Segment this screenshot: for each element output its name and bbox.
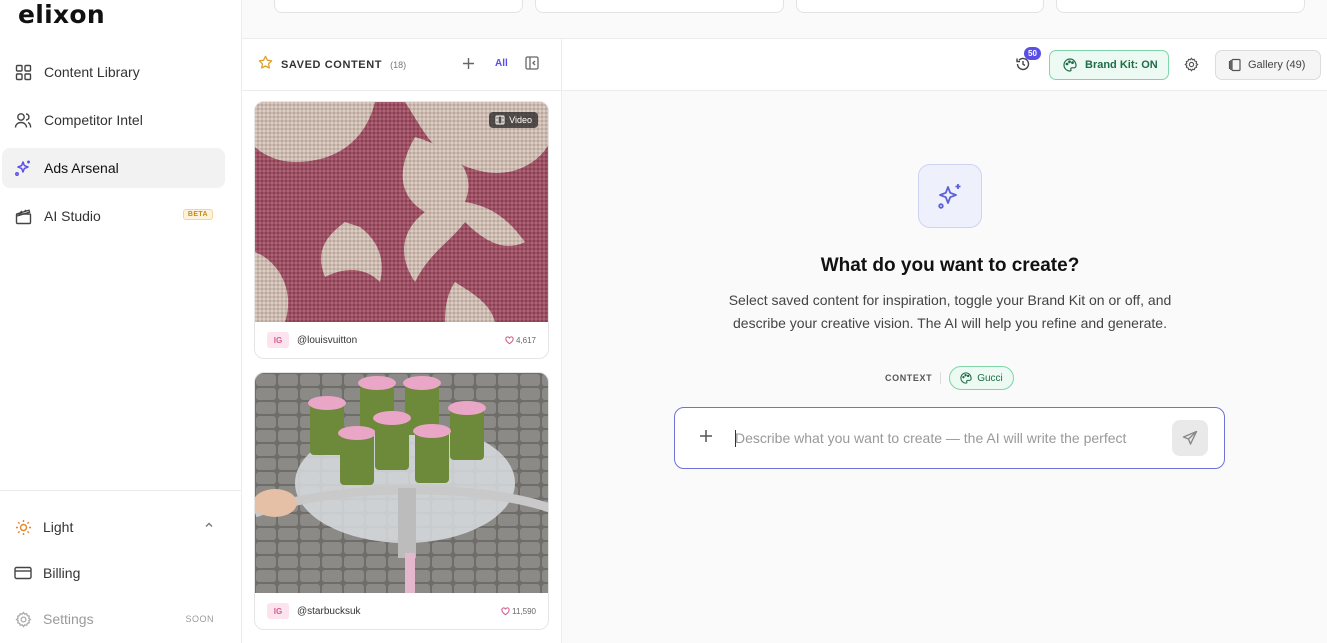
sidebar-item-ads-arsenal[interactable]: Ads Arsenal (2, 148, 225, 188)
sidebar-item-label: Ads Arsenal (44, 160, 119, 176)
grid-icon (14, 63, 32, 81)
likes-value: 4,617 (515, 335, 536, 345)
send-icon (1182, 430, 1198, 445)
context-label: CONTEXT (885, 373, 933, 383)
add-attachment-button[interactable] (699, 426, 713, 449)
saved-content-panel: SAVED CONTENT (18) All Video IG @louisvu… (242, 38, 562, 643)
chevron-up-icon (204, 520, 214, 532)
text-caret (735, 430, 736, 447)
send-button[interactable] (1172, 420, 1208, 456)
sidebar-item-label: AI Studio (44, 208, 101, 224)
content-thumbnail: Video (255, 102, 548, 322)
top-card[interactable] (1056, 0, 1305, 13)
soon-badge: SOON (185, 614, 214, 624)
top-card-strip (242, 0, 1327, 38)
filter-all-button[interactable]: All (495, 58, 508, 69)
video-tag: Video (489, 112, 538, 128)
sparkles-hero-icon (918, 164, 982, 228)
main-area: 50 Brand Kit: ON Gallery (49) What do yo… (562, 38, 1327, 643)
saved-content-card[interactable]: IG @starbucksuk 11,590 (254, 372, 549, 630)
prompt-input[interactable] (735, 430, 1155, 446)
sidebar: elixon Content Library Competitor Intel … (0, 0, 242, 643)
sidebar-item-label: Content Library (44, 64, 140, 80)
top-card[interactable] (274, 0, 523, 13)
gallery-button[interactable]: Gallery (49) (1215, 50, 1321, 80)
context-divider (940, 372, 942, 384)
add-saved-button[interactable] (462, 54, 475, 75)
sidebar-nav: Content Library Competitor Intel Ads Ars… (2, 52, 225, 244)
brand-kit-toggle[interactable]: Brand Kit: ON (1049, 50, 1169, 80)
sidebar-item-ai-studio[interactable]: AI Studio BETA (2, 196, 225, 236)
sidebar-item-competitor-intel[interactable]: Competitor Intel (2, 100, 225, 140)
heart-icon (505, 335, 514, 344)
context-chip-brand[interactable]: Gucci (949, 366, 1014, 390)
app-logo[interactable]: elixon (18, 0, 105, 29)
users-icon (14, 111, 32, 129)
history-button[interactable]: 50 (1015, 47, 1041, 77)
top-card[interactable] (796, 0, 1044, 13)
beta-badge: BETA (182, 209, 213, 220)
sidebar-item-content-library[interactable]: Content Library (2, 52, 225, 92)
gear-icon (1184, 57, 1199, 72)
star-icon (258, 55, 273, 75)
context-row: CONTEXT Gucci (885, 366, 1014, 390)
likes-value: 11,590 (512, 606, 536, 616)
settings-link: Settings SOON (14, 610, 224, 628)
gallery-icon (1228, 58, 1241, 72)
palette-icon (1063, 58, 1077, 72)
hero-title: What do you want to create? (820, 255, 1080, 276)
gallery-label: Gallery (49) (1248, 59, 1306, 71)
settings-button[interactable] (1184, 57, 1199, 77)
billing-label: Billing (43, 565, 81, 581)
likes-count: 11,590 (501, 607, 536, 616)
card-meta: IG @starbucksuk 11,590 (255, 593, 548, 629)
saved-content-header: SAVED CONTENT (18) All (242, 39, 561, 91)
context-chip-label: Gucci (977, 372, 1003, 384)
theme-label: Light (43, 519, 74, 535)
collapse-panel-icon[interactable] (525, 56, 539, 75)
top-card[interactable] (535, 0, 784, 13)
prompt-box (674, 407, 1225, 469)
brand-kit-label: Brand Kit: ON (1085, 59, 1158, 71)
sun-icon (14, 518, 32, 536)
main-toolbar: 50 Brand Kit: ON Gallery (49) (562, 39, 1327, 91)
account-handle: @starbucksuk (297, 605, 361, 617)
sidebar-bottom: Light Billing Settings SOON (0, 490, 241, 643)
saved-content-count: (18) (390, 59, 407, 70)
instagram-badge: IG (267, 603, 289, 619)
palette-icon (960, 372, 972, 384)
gear-icon (14, 610, 32, 628)
heart-icon (501, 606, 510, 615)
sparkles-icon (14, 159, 32, 177)
settings-label: Settings (43, 611, 94, 627)
video-tag-label: Video (509, 115, 532, 125)
saved-content-title: SAVED CONTENT (281, 58, 383, 71)
clapperboard-icon (14, 207, 32, 225)
billing-link[interactable]: Billing (14, 564, 224, 582)
sidebar-item-label: Competitor Intel (44, 112, 143, 128)
content-thumbnail (255, 373, 548, 593)
credit-card-icon (14, 564, 32, 582)
hero-description: Select saved content for inspiration, to… (728, 292, 1172, 331)
account-handle: @louisvuitton (297, 334, 358, 346)
history-count-badge: 50 (1024, 47, 1041, 60)
card-meta: IG @louisvuitton 4,617 (255, 322, 548, 358)
likes-count: 4,617 (505, 336, 536, 345)
saved-content-card[interactable]: Video IG @louisvuitton 4,617 (254, 101, 549, 359)
instagram-badge: IG (267, 332, 289, 348)
theme-toggle[interactable]: Light (14, 518, 224, 536)
